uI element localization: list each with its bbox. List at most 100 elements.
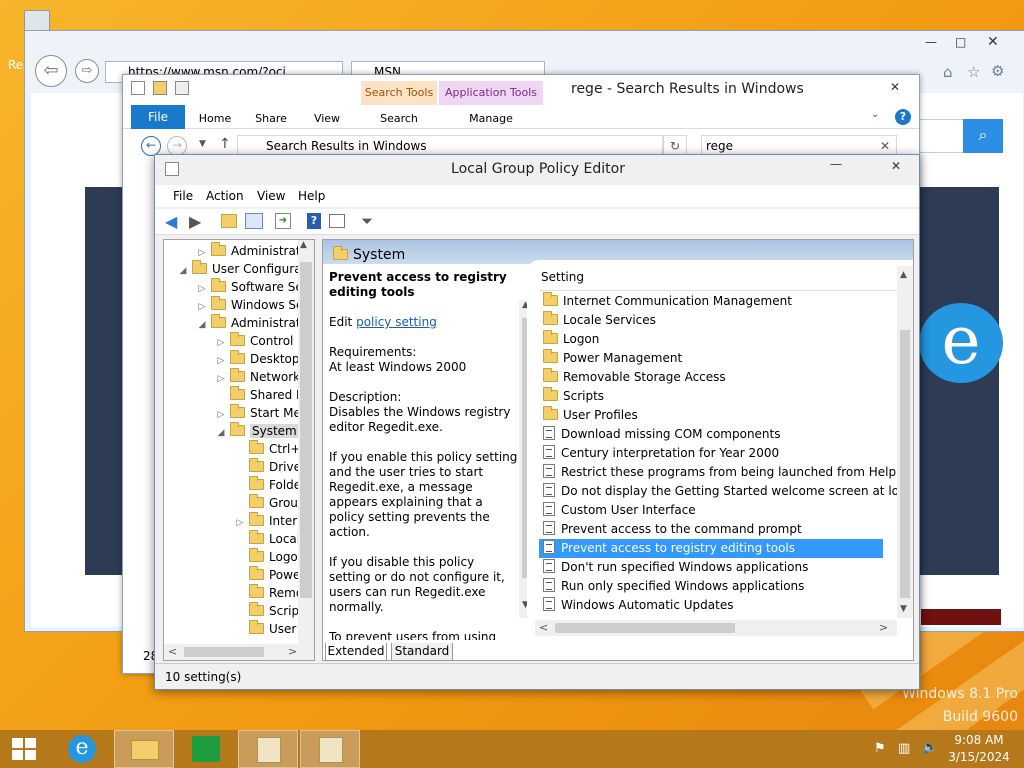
menu-view[interactable]: View bbox=[257, 189, 285, 203]
filter-icon[interactable]: ⏷ bbox=[361, 212, 373, 230]
expand-arrow-icon[interactable]: ▷ bbox=[235, 514, 245, 530]
taskbar-explorer-button[interactable] bbox=[114, 730, 174, 768]
expand-arrow-icon[interactable]: ▷ bbox=[216, 334, 226, 350]
tab-view[interactable]: View bbox=[303, 107, 351, 131]
policy-setting-row[interactable]: Restrict these programs from being launc… bbox=[539, 463, 896, 482]
expand-arrow-icon[interactable]: ▷ bbox=[197, 244, 207, 260]
menu-file[interactable]: File bbox=[173, 189, 193, 203]
expand-arrow-icon[interactable]: ▷ bbox=[216, 370, 226, 386]
tree-item[interactable]: ▷ Desktop bbox=[216, 350, 300, 368]
menu-help[interactable]: Help bbox=[298, 189, 325, 203]
ie-maximize-button[interactable]: □ bbox=[955, 35, 966, 49]
help-book-icon[interactable]: ? bbox=[307, 213, 321, 229]
favorites-icon[interactable]: ☆ bbox=[967, 63, 980, 81]
back-button[interactable]: ⇦ bbox=[35, 55, 67, 87]
policy-setting-row[interactable]: Run only specified Windows applications bbox=[539, 577, 883, 596]
gpedit-minimize-button[interactable]: — bbox=[821, 157, 851, 177]
gpedit-close-button[interactable]: ✕ bbox=[875, 155, 917, 177]
export-list-icon[interactable]: ➜ bbox=[275, 213, 291, 229]
explorer-close-button[interactable]: ✕ bbox=[875, 77, 915, 97]
tab-extended[interactable]: Extended bbox=[325, 643, 387, 661]
menu-action[interactable]: Action bbox=[206, 189, 244, 203]
flag-icon[interactable]: ⚑ bbox=[874, 741, 886, 756]
taskbar-app1-button[interactable] bbox=[238, 730, 298, 768]
help-icon[interactable]: ? bbox=[895, 109, 911, 125]
taskbar-store-button[interactable] bbox=[176, 730, 236, 768]
tree-item[interactable]: ▷ Control Pa bbox=[216, 332, 311, 350]
taskbar-ie-button[interactable]: e bbox=[52, 730, 112, 768]
tree-hscrollbar[interactable]: < > bbox=[164, 644, 314, 660]
explorer-forward-button[interactable]: → bbox=[167, 136, 187, 156]
up-folder-icon[interactable] bbox=[221, 214, 237, 228]
policy-setting-row[interactable]: Don't run specified Windows applications bbox=[539, 558, 883, 577]
up-button[interactable]: ↑ bbox=[219, 136, 231, 152]
taskbar-gpedit-button[interactable] bbox=[300, 730, 360, 768]
column-header-setting[interactable]: Setting bbox=[541, 270, 584, 284]
forward-button[interactable]: ⇨ bbox=[75, 59, 99, 83]
home-icon[interactable]: ⌂ bbox=[943, 63, 953, 81]
tree-pane[interactable]: ▷ Administrative ◢ User Configuratio ▷ Softwa… bbox=[163, 239, 315, 661]
expand-arrow-icon[interactable]: ◢ bbox=[197, 316, 207, 332]
tab-home[interactable]: Home bbox=[191, 107, 239, 131]
expand-arrow-icon[interactable]: ▷ bbox=[216, 352, 226, 368]
policy-setting-row[interactable]: Century interpretation for Year 2000 bbox=[539, 444, 883, 463]
tree-item[interactable]: Logon bbox=[235, 548, 305, 566]
tree-item[interactable]: Power bbox=[235, 566, 305, 584]
tab-search[interactable]: Search bbox=[361, 107, 437, 131]
recent-locations-icon[interactable]: ▼ bbox=[199, 139, 206, 149]
settings-gear-icon[interactable]: ⚙ bbox=[991, 62, 1004, 80]
tab-standard[interactable]: Standard bbox=[391, 643, 453, 661]
expand-arrow-icon[interactable]: ▷ bbox=[197, 298, 207, 314]
volume-muted-icon[interactable]: 🔈 bbox=[922, 740, 938, 755]
tree-item[interactable]: ▷ Windows Sett bbox=[197, 296, 313, 314]
clock-time[interactable]: 9:08 AM bbox=[944, 733, 1014, 747]
clear-search-icon[interactable]: ✕ bbox=[880, 136, 890, 156]
settings-folder-row[interactable]: User Profiles bbox=[539, 406, 883, 425]
tree-item[interactable]: ◢ System bbox=[216, 422, 299, 440]
edit-policy-link[interactable]: policy setting bbox=[356, 315, 437, 329]
settings-hscrollbar[interactable]: < > bbox=[535, 620, 897, 636]
settings-folder-row[interactable]: Internet Communication Management bbox=[539, 292, 883, 311]
policy-setting-row[interactable]: Prevent access to registry editing tools bbox=[539, 539, 883, 558]
ribbon-expand-icon[interactable]: ⌄ bbox=[871, 109, 879, 120]
tree-item[interactable]: ▷ Network bbox=[216, 368, 300, 386]
forward-arrow-icon[interactable]: ▶ bbox=[189, 212, 201, 231]
msn-search-button[interactable]: ⌕ bbox=[963, 119, 1003, 153]
show-hide-tree-icon[interactable] bbox=[245, 213, 263, 229]
expand-arrow-icon[interactable]: ◢ bbox=[216, 424, 226, 440]
tree-vscrollbar[interactable]: ▲ bbox=[298, 240, 314, 644]
gpedit-window[interactable]: Local Group Policy Editor — ✕ File Actio… bbox=[154, 154, 920, 690]
expand-arrow-icon[interactable]: ▷ bbox=[197, 280, 207, 296]
tree-item[interactable]: Locale bbox=[235, 530, 307, 548]
expand-arrow-icon[interactable]: ▷ bbox=[216, 406, 226, 422]
tree-item[interactable]: Group bbox=[235, 494, 306, 512]
tree-item[interactable]: Driver bbox=[235, 458, 306, 476]
context-tab-app-tools[interactable]: Application Tools bbox=[439, 81, 543, 105]
tab-file[interactable]: File bbox=[131, 105, 185, 129]
clock-date[interactable]: 3/15/2024 bbox=[944, 750, 1014, 764]
policy-setting-row[interactable]: Custom User Interface bbox=[539, 501, 883, 520]
start-button[interactable] bbox=[0, 730, 48, 768]
back-arrow-icon[interactable]: ◀ bbox=[165, 212, 177, 231]
settings-vscrollbar[interactable]: ▲ ▼ bbox=[897, 266, 913, 618]
tab-share[interactable]: Share bbox=[247, 107, 295, 131]
context-tab-search-tools[interactable]: Search Tools bbox=[361, 81, 437, 105]
network-icon[interactable]: ▥ bbox=[898, 741, 910, 756]
policy-setting-row[interactable]: Windows Automatic Updates bbox=[539, 596, 883, 615]
tab-manage[interactable]: Manage bbox=[439, 107, 543, 131]
policy-setting-row[interactable]: Prevent access to the command prompt bbox=[539, 520, 883, 539]
settings-folder-row[interactable]: Removable Storage Access bbox=[539, 368, 883, 387]
expand-arrow-icon[interactable]: ◢ bbox=[178, 262, 188, 278]
settings-folder-row[interactable]: Logon bbox=[539, 330, 883, 349]
properties-icon[interactable] bbox=[329, 214, 345, 228]
settings-folder-row[interactable]: Locale Services bbox=[539, 311, 883, 330]
tree-item[interactable]: ◢ User Configuratio bbox=[178, 260, 314, 278]
policy-setting-row[interactable]: Do not display the Getting Started welco… bbox=[539, 482, 913, 501]
policy-setting-row[interactable]: Download missing COM components bbox=[539, 425, 883, 444]
tree-item[interactable]: Folder bbox=[235, 476, 306, 494]
explorer-back-button[interactable]: ← bbox=[141, 136, 161, 156]
ie-minimize-button[interactable]: — bbox=[925, 35, 937, 49]
ie-close-button[interactable]: ✕ bbox=[987, 34, 999, 50]
settings-folder-row[interactable]: Scripts bbox=[539, 387, 883, 406]
settings-folder-row[interactable]: Power Management bbox=[539, 349, 883, 368]
